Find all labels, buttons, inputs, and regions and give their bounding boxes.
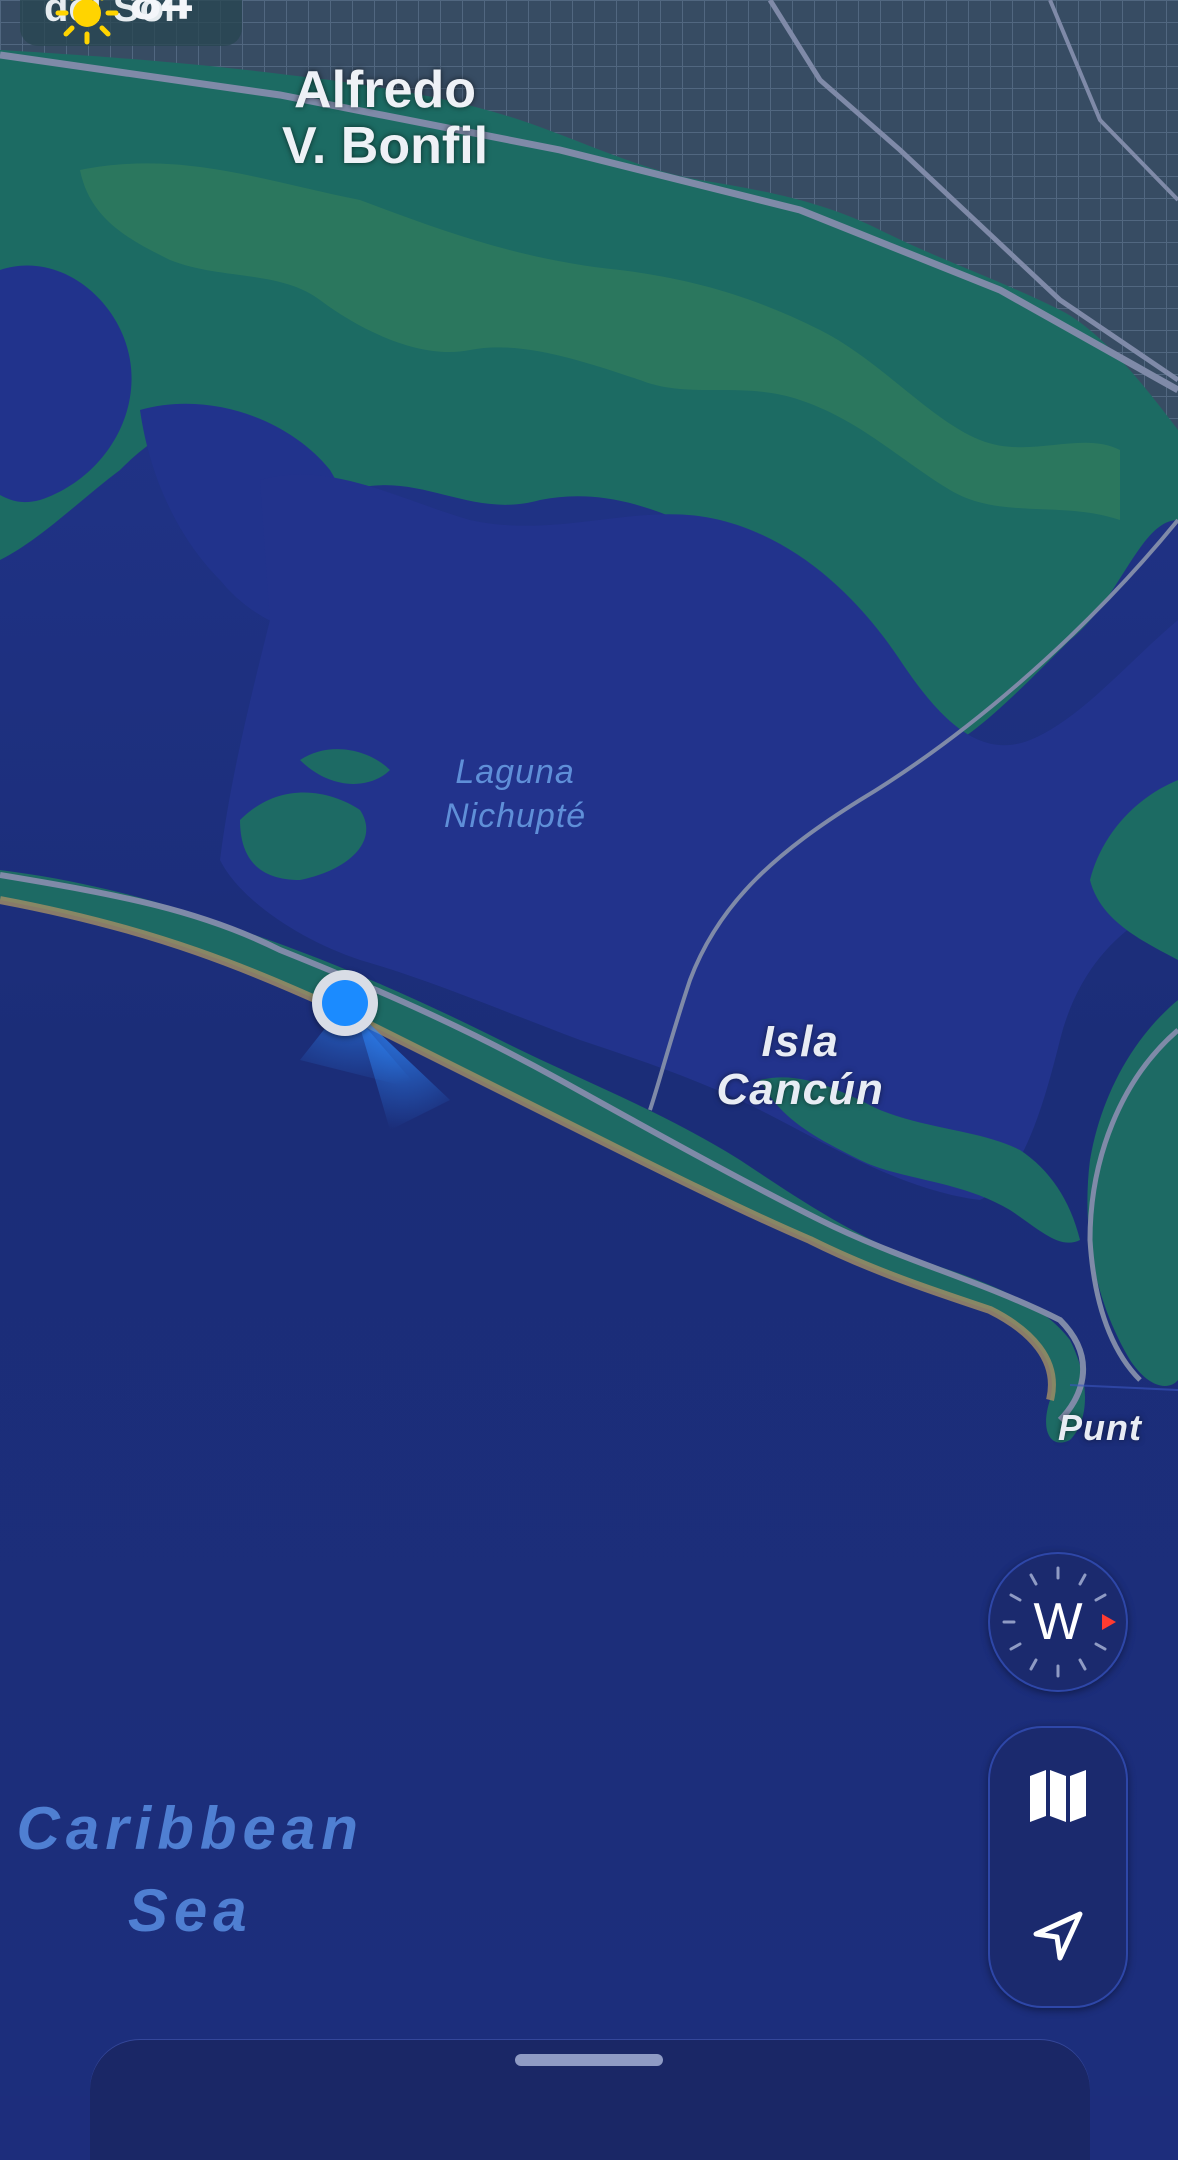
user-location-dot[interactable] — [312, 970, 378, 1036]
user-location-core — [322, 980, 368, 1026]
map-controls — [988, 1726, 1128, 2008]
map-icon — [1030, 1770, 1086, 1822]
weather-temperature: 84 — [130, 0, 192, 28]
map-mode-button[interactable] — [988, 1726, 1128, 1866]
location-arrow-icon — [1033, 1911, 1083, 1961]
locate-me-button[interactable] — [988, 1866, 1128, 2006]
place-label-caribbean-sea[interactable]: Caribbean Sea — [17, 1788, 364, 1952]
compass-heading: W — [1033, 1593, 1083, 1651]
sun-icon — [55, 0, 119, 45]
compass-button[interactable]: W — [988, 1552, 1128, 1692]
place-label-punta[interactable]: Punt — [1058, 1404, 1142, 1452]
place-label-isla-cancun[interactable]: Isla Cancún — [717, 1018, 884, 1114]
place-label-alfredo-v-bonfil[interactable]: Alfredo V. Bonfil — [282, 62, 488, 174]
place-label-laguna-nichupte[interactable]: Laguna Nichupté — [444, 750, 586, 838]
sheet-grabber[interactable] — [515, 2054, 663, 2066]
